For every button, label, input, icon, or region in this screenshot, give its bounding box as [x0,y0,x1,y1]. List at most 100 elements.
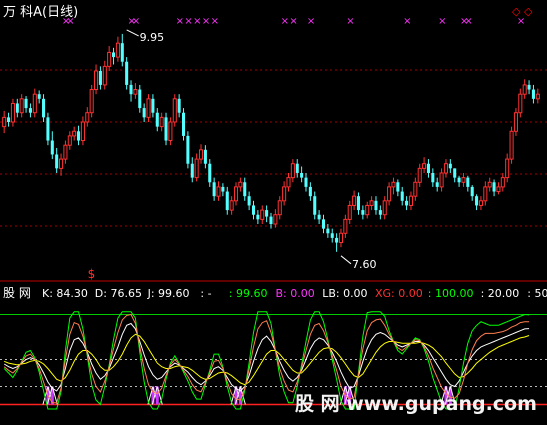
candle-body-down [457,177,461,183]
candle-body-down [304,177,308,187]
candle-body-down [221,186,225,192]
candle-body-up [408,195,413,206]
candle [146,94,151,122]
candle-body-up [443,163,448,174]
sell-marker: × [289,16,297,27]
sell-marker: × [66,16,74,27]
candle-body-down [405,200,409,206]
candle-body-up [387,186,392,202]
candle-body-down [151,98,155,113]
candle-body-up [238,181,243,188]
candle [10,98,15,127]
candle-body-down [129,84,133,95]
candle [164,112,168,146]
indicator-value: D: 76.65 [95,287,142,300]
candle-body-down [46,117,50,141]
indicator-value: : - [200,287,211,300]
candle-body-down [15,103,19,113]
candle-body-down [212,182,216,197]
sell-marker: × [202,16,210,27]
candle-body-up [500,177,505,188]
candle-body-down [356,196,361,211]
candle-body-up [159,116,164,128]
candle-body-up [19,98,24,114]
indicator-value: : 99.60 [229,287,268,300]
candle-body-up [59,158,64,169]
candle-body-up [382,200,387,216]
candle-body-down [426,163,430,173]
candle-body-up [146,98,151,118]
candle-body-up [172,98,177,123]
candle-body-down [42,98,46,118]
stock-chart: 万 科A(日线) ◇ ◇ ××××××××××××××××××× 9.957.6… [0,0,547,425]
candle-body-down [470,186,474,197]
candle-body-up [513,112,518,132]
candle-body-up [277,200,282,216]
candle-body-down [431,173,435,183]
sell-marker: × [307,16,315,27]
candle-body-up [198,149,204,160]
indicator-value: J: 99.60 [147,287,190,300]
indicator-value: : 100.00 [428,287,474,300]
high-label: 9.95 [140,31,165,44]
candle-body-down [125,61,129,85]
candle-body-up [32,93,37,114]
candle-body-down [492,182,496,192]
candle-body-down [251,205,256,215]
candle-body-down [28,108,32,113]
candle-body-up [352,195,357,206]
candle-body-up [229,200,234,211]
sell-marker: × [346,16,354,27]
candle-body-up [290,163,295,179]
candle-body-down [37,94,41,99]
candle-body-down [335,237,339,243]
candle-body-up [343,218,348,234]
candle-body-up [94,70,99,91]
candle-body-down [177,98,181,113]
candle-body-up [286,177,291,188]
sell-marker: × [132,16,140,27]
candle-body-down [112,52,116,58]
candle-body-down [361,210,365,215]
candle-body-up [422,163,427,169]
candle-body-up [522,84,527,95]
candle-body-up [168,121,173,142]
candle [513,108,518,136]
candle-body-up [216,186,221,197]
candle-body-down [142,108,146,118]
candle-body-down [7,117,11,122]
candle-body-down [300,173,304,178]
candle-body-up [483,186,488,202]
sell-marker: × [176,16,184,27]
candle-body-down [435,182,439,187]
candle-body-down [203,149,207,164]
candle-body-down [374,200,378,211]
candle-body-up [233,186,239,202]
indicator-value: B: 0.00 [276,287,315,300]
candle-body-down [181,112,186,136]
candle [186,131,190,169]
candle-body-down [77,131,81,141]
candle-body-down [155,112,159,127]
candle-body-up [509,130,514,160]
candle-body-up [478,200,483,206]
candle-body-up [102,65,107,86]
candle-body-down [256,214,260,220]
sell-marker: × [517,16,525,27]
candle-body-down [138,89,142,109]
candle-body-down [378,210,382,215]
indicator-value: K: 84.30 [42,287,88,300]
sell-marker: × [211,16,219,27]
candle-body-up [282,186,287,202]
candle-body-down [531,89,535,99]
candle [46,112,50,146]
candle-body-down [448,163,452,169]
candle-body-down [190,163,194,178]
candle-body-up [338,232,344,244]
candle-body-down [164,117,168,141]
candle-body-up [518,93,523,114]
candle-body-down [120,43,124,62]
candle-body-up [487,181,492,188]
sell-marker: × [281,16,289,27]
indicator-value: : 20.00 [481,287,520,300]
